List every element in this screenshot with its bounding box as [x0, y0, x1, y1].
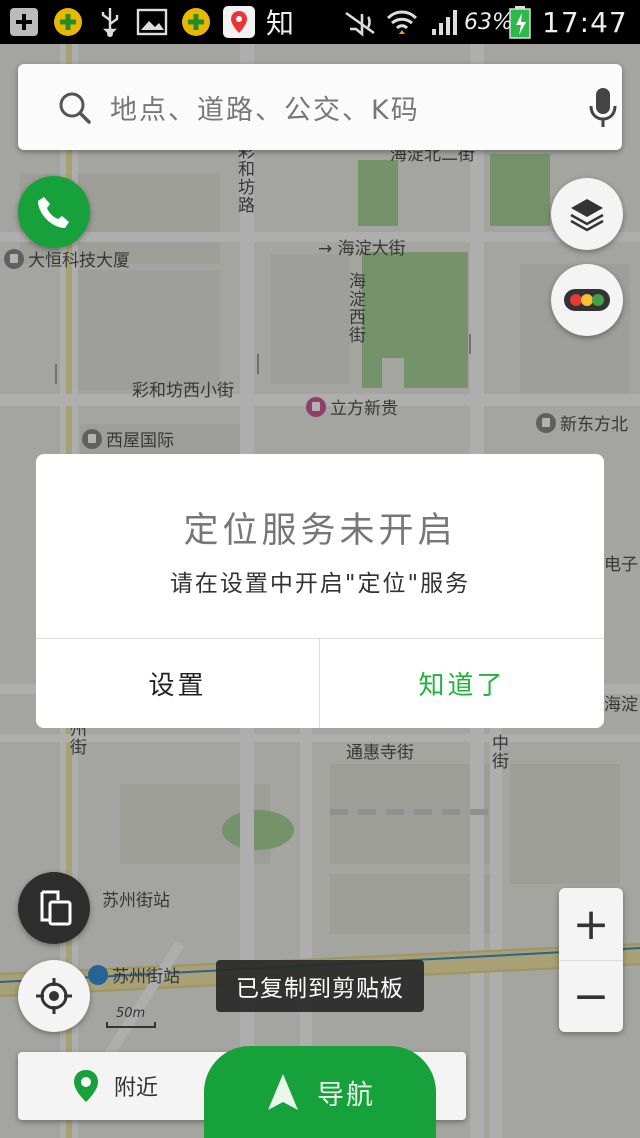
nearby-label: 附近: [114, 1076, 159, 1101]
toast-message: 已复制到剪贴板: [216, 960, 424, 1012]
navigation-arrow-icon: [268, 1074, 298, 1110]
zoom-out-button[interactable]: −: [559, 960, 623, 1032]
map-layers-button[interactable]: [551, 178, 623, 250]
location-pin-icon: [74, 1070, 98, 1102]
navigation-label: 导航: [317, 1079, 375, 1111]
baidu-map-app-icon: [222, 6, 256, 38]
status-bar: 知 63% 17:47: [0, 0, 640, 44]
search-bar[interactable]: 地点、道路、公交、K码: [18, 64, 622, 150]
search-icon: [59, 92, 91, 124]
map-scale-label: 50m: [116, 1006, 146, 1021]
traffic-button[interactable]: [551, 264, 623, 336]
phone-icon: [38, 197, 69, 228]
nearby-button[interactable]: 附近: [72, 1052, 158, 1120]
usb-icon: [96, 6, 124, 38]
status-time: 17:47: [542, 5, 628, 39]
acknowledge-button[interactable]: 知道了: [320, 639, 604, 728]
zoom-control: + −: [559, 888, 623, 1032]
battery-percent: 63%: [464, 9, 513, 35]
battery-charging-icon: [508, 6, 532, 39]
silent-vibrate-icon: [342, 6, 378, 38]
microphone-icon[interactable]: [588, 86, 618, 130]
signal-icon: [430, 6, 462, 38]
layers-icon: [570, 199, 604, 232]
dialog-title: 定位服务未开启: [183, 511, 457, 551]
plus-app-icon: [52, 6, 84, 38]
my-location-button[interactable]: [18, 960, 90, 1032]
gallery-icon: [136, 6, 168, 38]
traffic-light-icon: [564, 289, 610, 311]
search-input[interactable]: 地点、道路、公交、K码: [110, 88, 420, 127]
dialog-message: 请在设置中开启"定位"服务: [169, 571, 471, 597]
add-notification-icon: [8, 6, 40, 38]
clipboard-icon: [40, 890, 72, 926]
navigation-button[interactable]: 导航: [204, 1046, 436, 1138]
zoom-in-button[interactable]: +: [559, 888, 623, 960]
clipboard-button[interactable]: [18, 872, 90, 944]
wifi-icon: [386, 6, 418, 38]
map-scale-bar: [106, 1022, 156, 1028]
settings-button[interactable]: 设置: [36, 639, 319, 728]
crosshair-icon: [36, 978, 72, 1014]
status-app-text: 知: [266, 7, 295, 40]
plus-app-icon-2: [180, 6, 212, 38]
phone-button[interactable]: [18, 176, 90, 248]
